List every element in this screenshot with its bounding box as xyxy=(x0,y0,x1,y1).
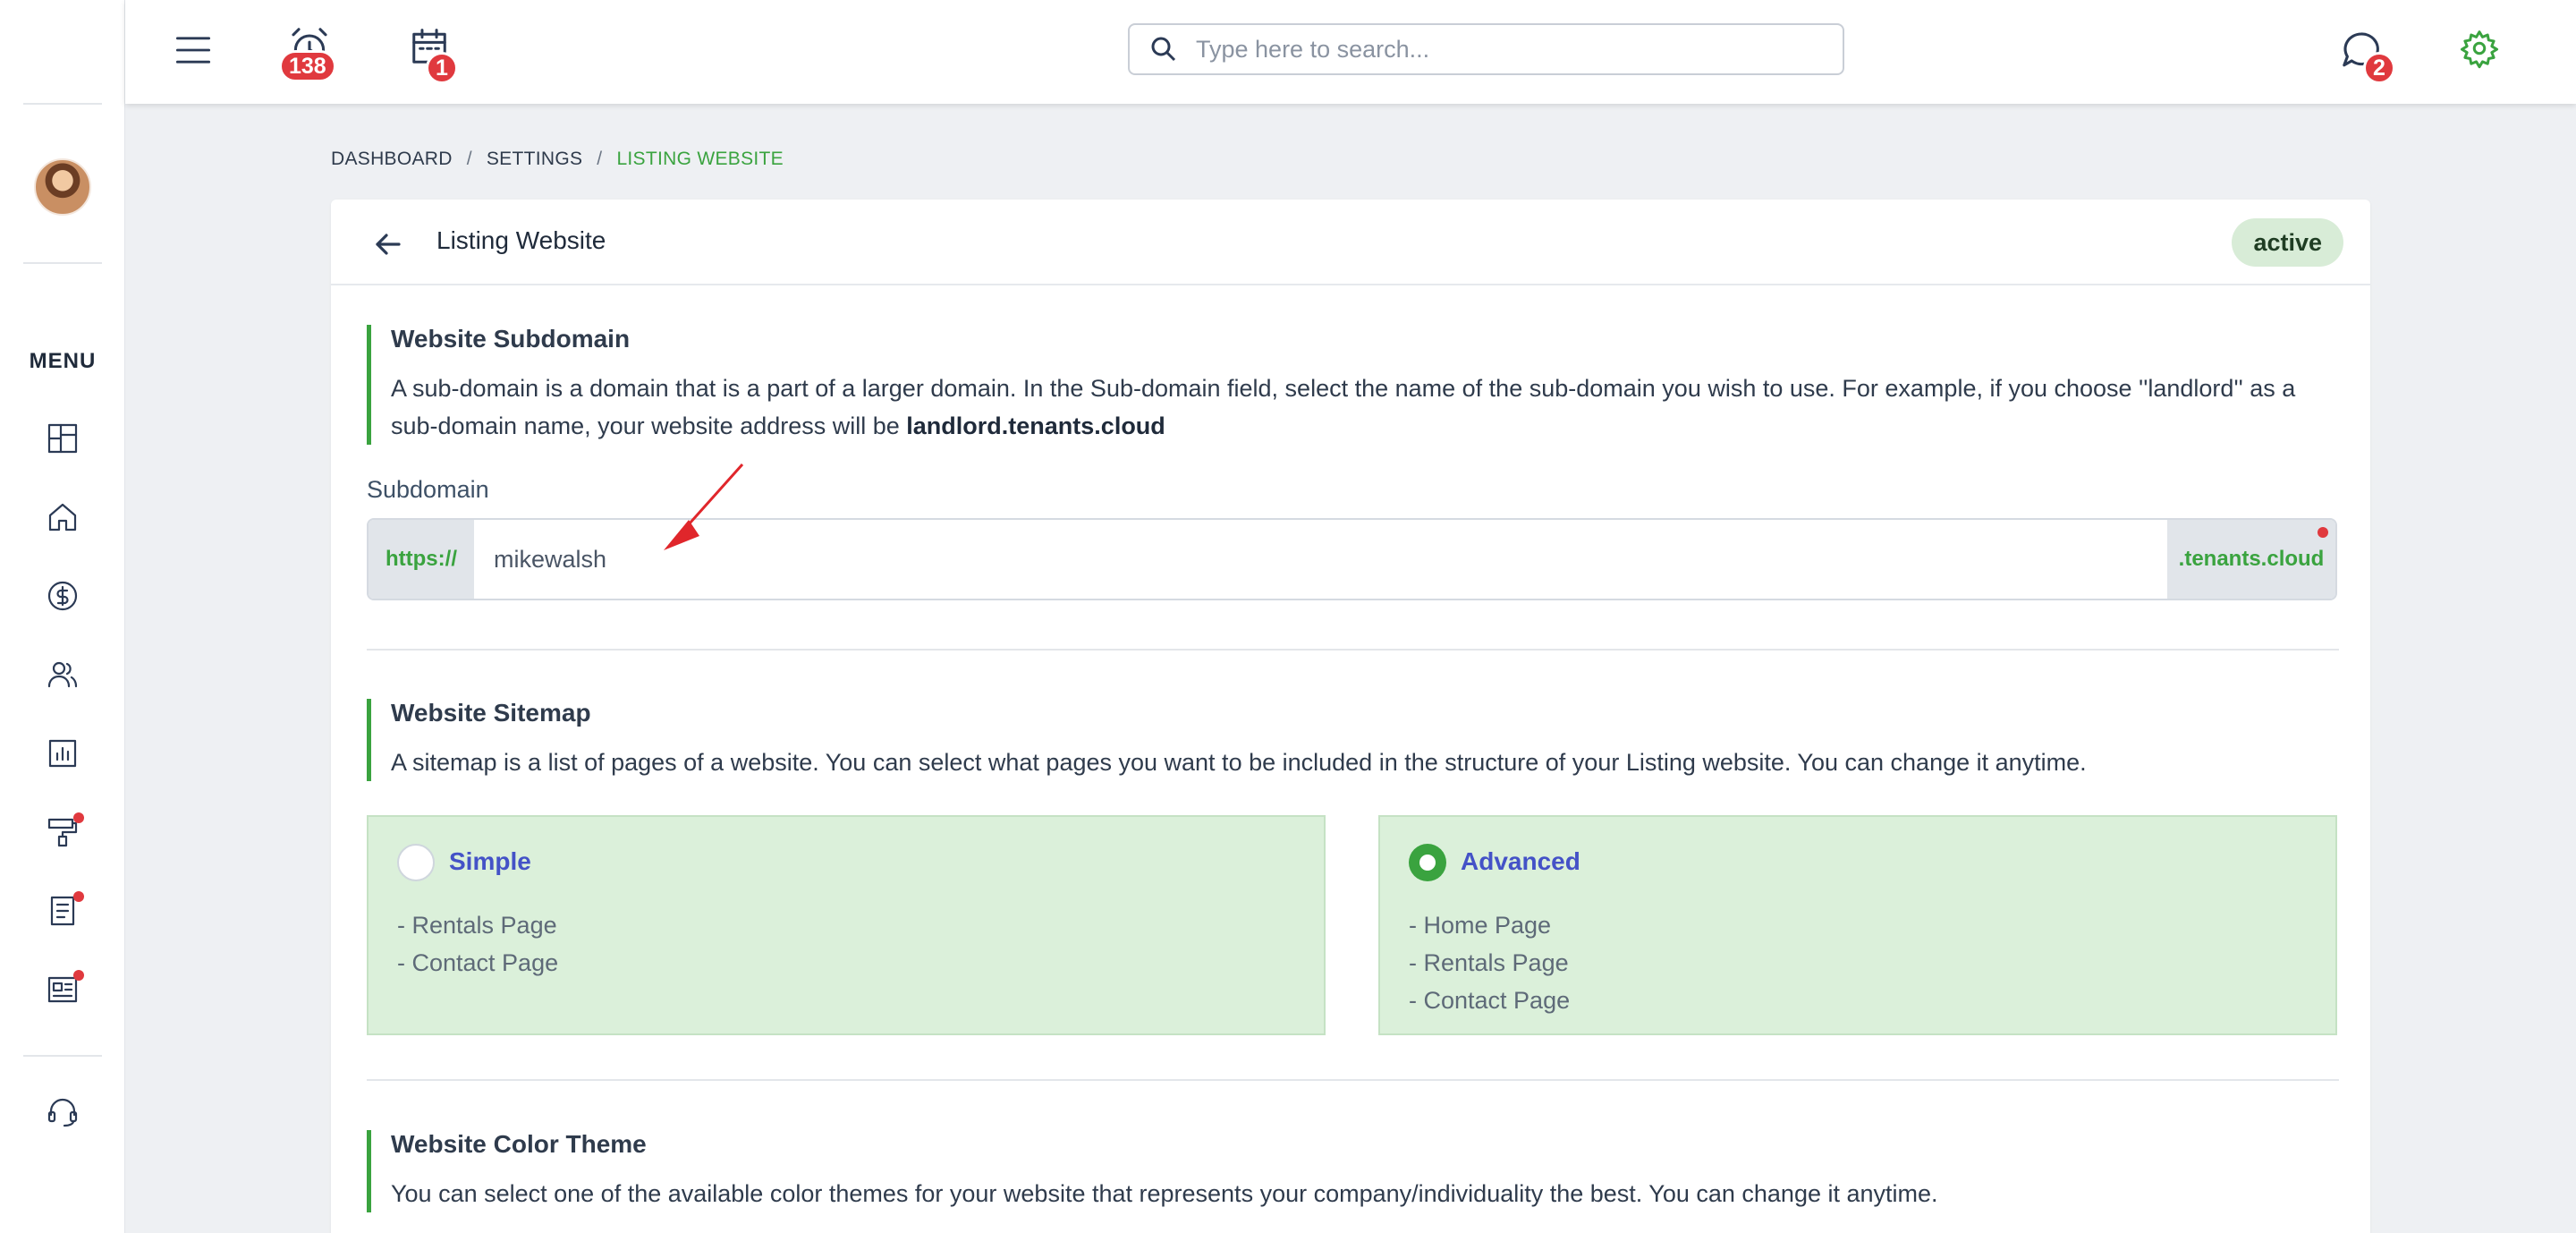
settings-button[interactable] xyxy=(2456,25,2503,72)
breadcrumb-settings[interactable]: SETTINGS xyxy=(487,149,582,170)
chart-icon xyxy=(48,739,77,768)
sidebar-item-documents[interactable] xyxy=(41,889,84,932)
breadcrumb-separator: / xyxy=(597,149,603,169)
list-item: - Rentals Page xyxy=(1409,949,1569,976)
simple-radio[interactable] xyxy=(397,844,435,881)
sitemap-heading: Website Sitemap xyxy=(391,699,591,727)
sidebar: MENU xyxy=(0,0,125,1233)
subdomain-label: Subdomain xyxy=(367,476,489,503)
listing-website-card: Listing Website active Website Subdomain… xyxy=(331,200,2370,1233)
subdomain-suffix-text: .tenants.cloud xyxy=(2178,547,2325,571)
card-header: Listing Website active xyxy=(331,200,2370,285)
sidebar-item-reports[interactable] xyxy=(41,732,84,775)
avatar[interactable] xyxy=(34,158,91,216)
tasks-button[interactable]: 138 xyxy=(279,23,336,82)
sitemap-option-advanced[interactable]: Advanced - Home Page - Rentals Page - Co… xyxy=(1378,815,2337,1035)
subdomain-description-text: A sub-domain is a domain that is a part … xyxy=(391,375,2296,439)
sidebar-item-listings[interactable] xyxy=(41,968,84,1011)
sidebar-item-properties[interactable] xyxy=(41,496,84,539)
subdomain-example: landlord.tenants.cloud xyxy=(906,412,1165,439)
search-icon xyxy=(1151,37,1176,62)
search-input[interactable] xyxy=(1196,35,1804,64)
hamburger-menu-button[interactable] xyxy=(172,29,215,72)
page-title: Listing Website xyxy=(436,226,606,254)
messages-badge: 2 xyxy=(2363,52,2395,84)
menu-label: MENU xyxy=(29,349,97,373)
sitemap-description: A sitemap is a list of pages of a websit… xyxy=(391,749,2087,776)
list-item: - Contact Page xyxy=(397,949,559,976)
list-item: - Contact Page xyxy=(1409,987,1571,1014)
calendar-button[interactable]: 1 xyxy=(406,23,458,84)
dollar-icon xyxy=(47,581,78,611)
gear-icon xyxy=(2460,30,2499,69)
color-theme-heading: Website Color Theme xyxy=(391,1130,647,1158)
sidebar-item-dashboard[interactable] xyxy=(41,417,84,460)
calendar-badge: 1 xyxy=(426,52,458,84)
sitemap-section-header: Website Sitemap A sitemap is a list of p… xyxy=(367,699,2339,781)
section-divider xyxy=(367,1079,2339,1081)
menu-icon xyxy=(175,37,211,64)
sidebar-item-accounting[interactable] xyxy=(41,574,84,617)
list-item: - Home Page xyxy=(1409,912,1552,939)
advanced-option-title: Advanced xyxy=(1461,847,1580,875)
dashboard-icon xyxy=(47,423,78,454)
subdomain-prefix: https:// xyxy=(369,520,474,599)
notification-dot xyxy=(73,891,84,902)
headset-icon xyxy=(47,1098,78,1127)
advanced-radio[interactable] xyxy=(1409,844,1446,881)
subdomain-suffix: .tenants.cloud xyxy=(2167,520,2335,599)
notification-dot xyxy=(73,812,84,823)
breadcrumb-separator: / xyxy=(466,149,472,169)
messages-button[interactable]: 2 xyxy=(2338,27,2395,84)
sidebar-divider xyxy=(23,1055,102,1057)
color-theme-description: You can select one of the available colo… xyxy=(391,1180,1938,1207)
sitemap-option-simple[interactable]: Simple - Rentals Page - Contact Page xyxy=(367,815,1326,1035)
sidebar-divider xyxy=(23,103,102,105)
subdomain-description: A sub-domain is a domain that is a part … xyxy=(391,370,2339,445)
advanced-pages-list: - Home Page - Rentals Page - Contact Pag… xyxy=(1409,906,1570,1019)
section-divider xyxy=(367,649,2339,651)
sidebar-divider xyxy=(23,262,102,264)
breadcrumb-dashboard[interactable]: DASHBOARD xyxy=(331,149,453,170)
sidebar-item-contacts[interactable] xyxy=(41,653,84,696)
arrow-left-icon xyxy=(376,234,401,255)
subdomain-input[interactable] xyxy=(474,520,2167,599)
sidebar-item-maintenance[interactable] xyxy=(41,811,84,854)
status-badge: active xyxy=(2232,218,2343,267)
required-dot xyxy=(2318,527,2328,538)
notification-dot xyxy=(73,970,84,981)
back-button[interactable] xyxy=(370,226,406,262)
home-icon xyxy=(48,503,77,531)
list-item: - Rentals Page xyxy=(397,912,557,939)
users-icon xyxy=(47,661,78,688)
support-button[interactable] xyxy=(41,1090,84,1133)
simple-option-title: Simple xyxy=(449,847,531,875)
color-theme-section-header: Website Color Theme You can select one o… xyxy=(367,1130,2339,1212)
subdomain-heading: Website Subdomain xyxy=(391,325,631,353)
tasks-badge: 138 xyxy=(279,50,336,82)
top-bar: 138 1 2 xyxy=(125,0,2576,104)
breadcrumb-current: LISTING WEBSITE xyxy=(616,149,784,169)
breadcrumb: DASHBOARD / SETTINGS / LISTING WEBSITE xyxy=(331,149,784,170)
search-box[interactable] xyxy=(1128,23,1844,75)
subdomain-input-group: https:// .tenants.cloud xyxy=(367,518,2337,600)
subdomain-section-header: Website Subdomain A sub-domain is a doma… xyxy=(367,325,2339,445)
simple-pages-list: - Rentals Page - Contact Page xyxy=(397,906,558,982)
